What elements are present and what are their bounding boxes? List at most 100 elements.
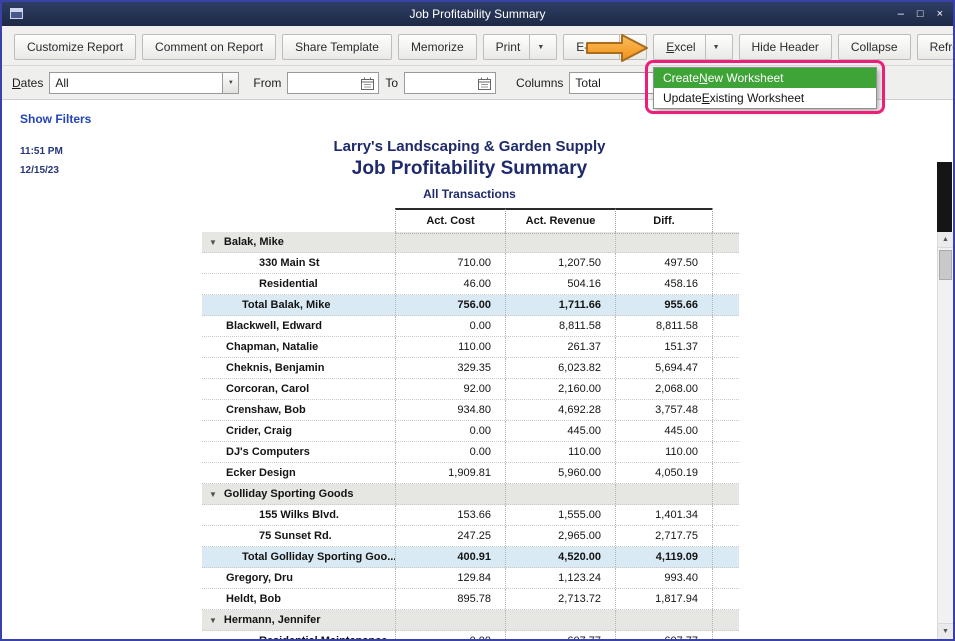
customize-report-label: Customize Report — [27, 40, 123, 54]
email-caret-down-icon[interactable]: ▼ — [619, 35, 634, 59]
cell-act-cost: 710.00 — [395, 253, 505, 273]
header-name-column — [202, 208, 395, 234]
dates-dropdown[interactable]: All ▼ — [49, 72, 239, 94]
header-act-cost: Act. Cost — [395, 208, 505, 234]
collapse-triangle-icon[interactable]: ▼ — [209, 238, 217, 247]
hide-header-label: Hide Header — [752, 40, 819, 54]
table-row[interactable]: 155 Wilks Blvd.153.661,555.001,401.34 — [202, 505, 739, 526]
memorize-button[interactable]: Memorize — [398, 34, 477, 60]
comment-on-report-button[interactable]: Comment on Report — [142, 34, 276, 60]
cell-act-revenue — [505, 610, 615, 630]
table-row[interactable]: Corcoran, Carol92.002,160.002,068.00 — [202, 379, 739, 400]
collapse-triangle-icon[interactable]: ▼ — [209, 490, 217, 499]
cell-tail — [712, 463, 739, 483]
minimize-button-icon[interactable]: – — [898, 9, 904, 20]
cell-act-revenue — [505, 232, 615, 252]
close-button-icon[interactable]: × — [937, 9, 943, 20]
excel-button[interactable]: Excel▼ — [653, 34, 732, 60]
table-row[interactable]: Residential Maintenance0.00607.77607.77 — [202, 631, 739, 639]
table-row[interactable]: Total Golliday Sporting Goo...400.914,52… — [202, 547, 739, 568]
cell-act-cost: 756.00 — [395, 295, 505, 315]
scroll-down-arrow-icon[interactable]: ▼ — [938, 623, 953, 639]
cell-act-revenue: 1,123.24 — [505, 568, 615, 588]
table-row[interactable]: Crenshaw, Bob934.804,692.283,757.48 — [202, 400, 739, 421]
cell-tail — [712, 547, 739, 567]
columns-label: Columns — [516, 76, 563, 90]
cell-diff: 151.37 — [615, 337, 712, 357]
customize-report-button[interactable]: Customize Report — [14, 34, 136, 60]
table-row[interactable]: 75 Sunset Rd.247.252,965.002,717.75 — [202, 526, 739, 547]
row-label: Residential — [202, 274, 395, 294]
row-label: Crider, Craig — [202, 421, 395, 441]
hide-header-button[interactable]: Hide Header — [739, 34, 832, 60]
cell-act-revenue: 504.16 — [505, 274, 615, 294]
row-label: 155 Wilks Blvd. — [202, 505, 395, 525]
from-calendar-icon[interactable] — [360, 76, 375, 91]
menu-item-create-new-worksheet[interactable]: Create New Worksheet — [654, 68, 876, 88]
cell-act-revenue: 8,811.58 — [505, 316, 615, 336]
maximize-button-icon[interactable]: □ — [917, 9, 924, 20]
row-label: Gregory, Dru — [202, 568, 395, 588]
table-row[interactable]: Blackwell, Edward0.008,811.588,811.58 — [202, 316, 739, 337]
cell-diff: 110.00 — [615, 442, 712, 462]
table-row[interactable]: ▼Balak, Mike — [202, 232, 739, 253]
cell-act-revenue: 2,713.72 — [505, 589, 615, 609]
cell-tail — [712, 484, 739, 504]
cell-act-cost: 247.25 — [395, 526, 505, 546]
row-label: ▼Golliday Sporting Goods — [202, 484, 395, 504]
cell-act-revenue: 1,711.66 — [505, 295, 615, 315]
table-row[interactable]: Crider, Craig0.00445.00445.00 — [202, 421, 739, 442]
table-row[interactable]: Residential46.00504.16458.16 — [202, 274, 739, 295]
from-date-input[interactable] — [287, 72, 379, 94]
table-row[interactable]: ▼Golliday Sporting Goods — [202, 484, 739, 505]
print-button[interactable]: Print▼ — [483, 34, 558, 60]
table-row[interactable]: Ecker Design1,909.815,960.004,050.19 — [202, 463, 739, 484]
refresh-button[interactable]: Refresh — [917, 34, 955, 60]
cell-act-cost: 400.91 — [395, 547, 505, 567]
share-template-button[interactable]: Share Template — [282, 34, 392, 60]
cell-diff: 445.00 — [615, 421, 712, 441]
show-filters-link[interactable]: Show Filters — [20, 112, 91, 126]
collapse-button[interactable]: Collapse — [838, 34, 911, 60]
report-window: Job Profitability Summary – □ × Customiz… — [0, 0, 955, 641]
cell-act-revenue: 110.00 — [505, 442, 615, 462]
report-table-rows: ▼Balak, Mike330 Main St710.001,207.50497… — [202, 232, 739, 639]
scroll-up-arrow-icon[interactable]: ▲ — [938, 232, 953, 248]
window-title: Job Profitability Summary — [2, 2, 953, 26]
menu-item-update-existing-worksheet[interactable]: Update Existing Worksheet — [654, 88, 876, 108]
cell-diff: 5,694.47 — [615, 358, 712, 378]
cell-diff: 607.77 — [615, 631, 712, 639]
print-caret-down-icon[interactable]: ▼ — [529, 35, 544, 59]
cell-diff: 8,811.58 — [615, 316, 712, 336]
table-row[interactable]: ▼Hermann, Jennifer — [202, 610, 739, 631]
cell-tail — [712, 421, 739, 441]
row-label: DJ's Computers — [202, 442, 395, 462]
table-row[interactable]: Gregory, Dru129.841,123.24993.40 — [202, 568, 739, 589]
table-row[interactable]: 330 Main St710.001,207.50497.50 — [202, 253, 739, 274]
row-label: Total Golliday Sporting Goo... — [202, 547, 395, 567]
to-calendar-icon[interactable] — [477, 76, 492, 91]
table-row[interactable]: Heldt, Bob895.782,713.721,817.94 — [202, 589, 739, 610]
cell-tail — [712, 631, 739, 639]
vertical-scrollbar[interactable]: ▲ ▼ — [937, 232, 953, 639]
table-header-row: Act. Cost Act. Revenue Diff. — [202, 208, 739, 232]
table-row[interactable]: Cheknis, Benjamin329.356,023.825,694.47 — [202, 358, 739, 379]
collapse-triangle-icon[interactable]: ▼ — [209, 616, 217, 625]
cell-act-cost: 0.00 — [395, 421, 505, 441]
email-button[interactable]: E-mail▼ — [563, 34, 647, 60]
dates-dropdown-value: All — [55, 76, 68, 90]
dates-caret-down-icon[interactable]: ▼ — [222, 73, 238, 93]
scrollbar-thumb[interactable] — [939, 250, 952, 280]
cell-act-cost: 0.00 — [395, 442, 505, 462]
cell-act-cost: 329.35 — [395, 358, 505, 378]
cell-act-revenue: 2,965.00 — [505, 526, 615, 546]
table-row[interactable]: Chapman, Natalie110.00261.37151.37 — [202, 337, 739, 358]
excel-caret-down-icon[interactable]: ▼ — [705, 35, 720, 59]
collapse-label: Collapse — [851, 40, 898, 54]
to-date-input[interactable] — [404, 72, 496, 94]
row-label: Chapman, Natalie — [202, 337, 395, 357]
table-row[interactable]: Total Balak, Mike756.001,711.66955.66 — [202, 295, 739, 316]
cell-act-cost: 110.00 — [395, 337, 505, 357]
cell-act-revenue: 6,023.82 — [505, 358, 615, 378]
table-row[interactable]: DJ's Computers0.00110.00110.00 — [202, 442, 739, 463]
